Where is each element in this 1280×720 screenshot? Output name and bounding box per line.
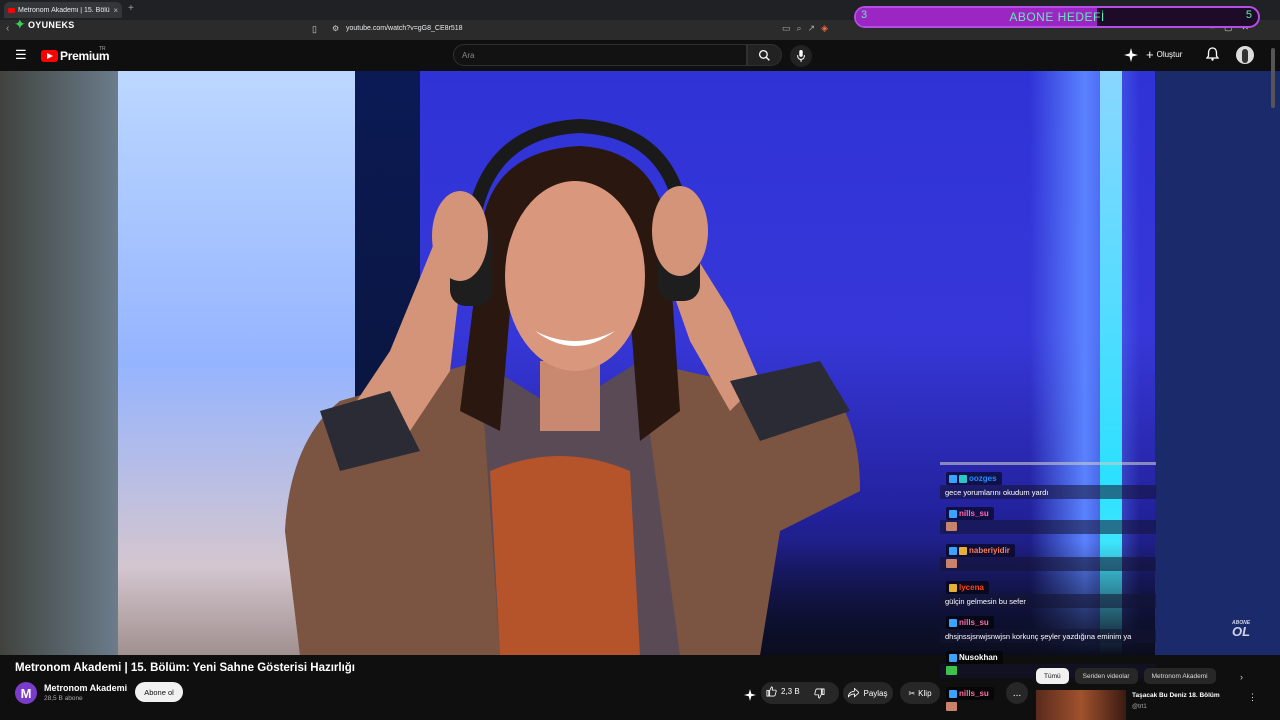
search-input[interactable]: Ara — [453, 44, 747, 66]
chip-series-videos[interactable]: Seriden videolar — [1074, 668, 1138, 684]
chat-username-bar: Nusokhan — [946, 651, 1003, 664]
chat-username-bar: nills_su — [946, 616, 994, 629]
emote-icon — [946, 522, 957, 531]
emote-icon — [946, 702, 957, 711]
recommendation-thumbnail[interactable] — [1036, 690, 1126, 720]
more-actions-button[interactable]: ... — [1006, 682, 1028, 704]
close-tab-icon[interactable]: × — [113, 6, 118, 15]
hamburger-menu-icon[interactable]: ☰ — [15, 47, 27, 63]
recommendation-title[interactable]: Taşacak Bu Deniz 18. Bölüm — [1132, 692, 1220, 699]
url-text[interactable]: youtube.com/watch?v=gG8_CE8r518 — [346, 25, 463, 32]
thumbs-up-icon — [766, 686, 777, 697]
chat-username: oozges — [969, 474, 997, 483]
microphone-icon — [797, 50, 805, 62]
subscriber-count: 28,5 B abone — [44, 695, 83, 702]
chat-username: nills_su — [959, 689, 989, 698]
site-info-icon[interactable]: ⚙ — [332, 24, 339, 33]
chat-username-bar: oozges — [946, 472, 1002, 485]
new-tab-button[interactable]: + — [128, 3, 134, 14]
brave-shield-icon[interactable]: ◈ — [821, 23, 828, 34]
clip-button[interactable]: ✂ Klip — [900, 682, 940, 704]
chat-emote-row — [940, 557, 1156, 571]
subscribe-button[interactable]: Abone ol — [135, 682, 183, 702]
tab-title: Metronom Akademi | 15. Bölüm... — [18, 6, 110, 14]
voice-search-button[interactable] — [790, 45, 812, 67]
oyuneks-logo: ✦ OYUNEKS — [14, 16, 84, 38]
dislike-button[interactable] — [814, 686, 825, 704]
zoom-icon[interactable]: ⌕ — [797, 23, 802, 34]
goal-label: ABONE HEDEFİ — [1009, 10, 1105, 24]
recommendation-channel[interactable]: @trt1 — [1132, 704, 1147, 710]
screen-icon[interactable]: ▭ — [782, 23, 791, 34]
chat-text: dhsjnssjsnwjsnwjsn korkunç şeyler yazdığ… — [940, 629, 1156, 643]
chat-username: nills_su — [959, 509, 989, 518]
chat-username: nills_su — [959, 618, 989, 627]
logo-text: OYUNEKS — [28, 20, 75, 30]
chat-username: Nusokhan — [959, 653, 998, 662]
gamepad-icon: ✦ — [14, 16, 26, 32]
goal-target: 5 — [1245, 9, 1252, 21]
clip-label: Klip — [918, 688, 932, 698]
channel-name[interactable]: Metronom Akademi — [44, 683, 127, 693]
ai-sparkle-icon[interactable] — [1124, 48, 1138, 67]
twitch-badge-icon — [949, 509, 957, 518]
scrollbar-thumb[interactable] — [1271, 48, 1275, 108]
region-code: TR — [99, 46, 106, 52]
like-count: 2,3 B — [781, 687, 800, 696]
subscriber-badge-icon — [959, 474, 967, 483]
emote-icon — [946, 666, 957, 675]
chat-username: lycena — [959, 583, 984, 592]
share-button[interactable]: Paylaş — [843, 682, 893, 704]
channel-avatar[interactable]: M — [15, 682, 37, 704]
youtube-logo-icon[interactable] — [41, 50, 58, 62]
chat-username-bar: lycena — [946, 581, 989, 594]
notifications-bell-icon[interactable] — [1205, 47, 1220, 66]
video-title: Metronom Akademi | 15. Bölüm: Yeni Sahne… — [15, 662, 355, 674]
ask-ai-icon[interactable] — [744, 688, 756, 706]
subscriber-goal-bar: 3 ABONE HEDEFİ 5 — [854, 6, 1260, 28]
twitch-badge-icon — [949, 618, 957, 627]
recommendation-chips: Tümü Seriden videolar Metronom Akademi — [1036, 668, 1216, 684]
chat-emote-row — [940, 520, 1156, 534]
chat-username-bar: nills_su — [946, 687, 994, 700]
create-button[interactable]: + Oluştur — [1146, 47, 1182, 62]
recommendation-more-icon[interactable]: ⋮ — [1248, 692, 1257, 703]
chat-username: naberiyidir — [969, 546, 1010, 555]
account-avatar[interactable] — [1236, 46, 1254, 64]
search-icon — [758, 49, 770, 61]
chat-divider — [940, 462, 1156, 465]
extension-icons: ▭ ⌕ ↗ ◈ — [782, 23, 828, 34]
chat-text: gülçin gelmesin bu sefer — [940, 594, 1156, 608]
chip-channel[interactable]: Metronom Akademi — [1143, 668, 1216, 684]
page-scrollbar[interactable] — [1270, 44, 1276, 720]
scissors-icon: ✂ — [908, 688, 916, 698]
chat-text: gece yorumlarını okudum yardı — [940, 485, 1156, 499]
bits-badge-icon — [949, 583, 957, 592]
chip-all[interactable]: Tümü — [1036, 668, 1069, 684]
like-button[interactable]: 2,3 B — [766, 686, 800, 697]
crown-badge-icon — [959, 546, 967, 555]
twitch-badge-icon — [949, 689, 957, 698]
share-label: Paylaş — [863, 688, 888, 698]
youtube-favicon-icon — [8, 7, 15, 13]
plus-icon: + — [1146, 47, 1154, 62]
thumbs-down-icon — [814, 688, 825, 699]
twitch-badge-icon — [949, 546, 957, 555]
create-label: Oluştur — [1156, 50, 1183, 59]
share-icon — [848, 688, 860, 698]
presenter-figure — [285, 118, 860, 655]
back-icon[interactable]: ‹ — [6, 23, 9, 34]
bookmark-icon[interactable]: ▯ — [312, 24, 317, 35]
chat-username-bar: nills_su — [946, 507, 994, 520]
share-page-icon[interactable]: ↗ — [808, 23, 816, 34]
twitch-badge-icon — [949, 653, 957, 662]
scene-wall — [0, 71, 118, 655]
chat-username-bar: naberiyidir — [946, 544, 1015, 557]
chevron-right-icon[interactable]: › — [1240, 672, 1243, 682]
emote-icon — [946, 559, 957, 568]
search-button[interactable] — [747, 44, 782, 66]
twitch-badge-icon — [949, 474, 957, 483]
